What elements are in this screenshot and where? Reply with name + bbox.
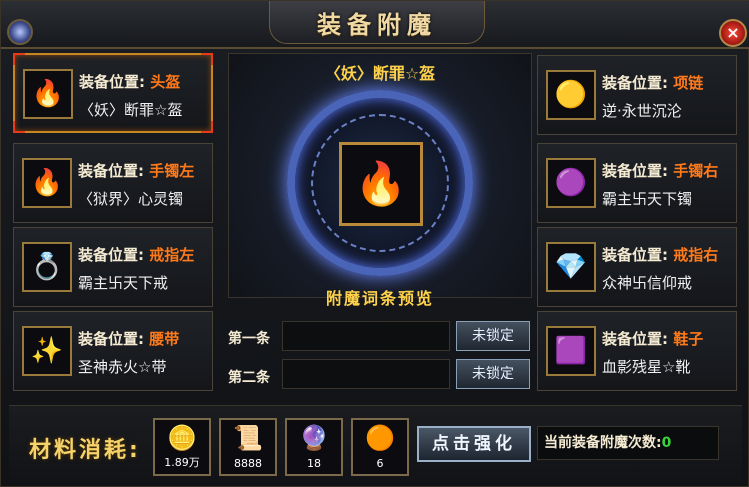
ring-icon: 💍 [22,242,72,292]
belt-icon: ✨ [22,326,72,376]
preview-title: 附魔词条预览 [325,289,434,308]
slot-belt[interactable]: ✨ 装备位置: 腰带 圣神赤火☆带 [13,311,213,391]
material-label: 材料消耗: [29,438,141,463]
boots-icon: 🟪 [546,326,596,376]
crystal-icon: 🔮 [299,424,329,452]
material-gold: 🪙 1.89万 [153,418,211,476]
enchant-center-panel: 〈妖〉断罪☆盔 🔥 [228,53,532,298]
ring-icon: 💎 [546,242,596,292]
slot-item-name: 霸主卐天下镯 [602,190,693,208]
material-crystal: 🔮 18 [285,418,343,476]
orb-icon [7,19,33,45]
scroll-icon: 📜 [233,424,263,452]
slot-bracelet-right[interactable]: 🟣 装备位置: 手镯右 霸主卐天下镯 [537,143,737,223]
enhance-button[interactable]: 点击强化 [417,426,531,462]
slot-item-name: 霸主卐天下戒 [78,274,169,292]
slot-item-name: 〈狱界〉心灵镯 [78,190,184,208]
material-bar: 材料消耗: 🪙 1.89万 📜 8888 🔮 18 🟠 6 点击强化 当前装备附… [9,405,742,481]
material-count: 18 [307,457,321,470]
helmet-icon: 🔥 [23,69,73,119]
slot-item-name: 血影残星☆靴 [602,358,691,376]
slot-position: 装备位置: 戒指左 [78,246,195,264]
lock-button-2[interactable]: 未锁定 [456,359,530,389]
slot-ring-left[interactable]: 💍 装备位置: 戒指左 霸主卐天下戒 [13,227,213,307]
selection-corner [201,53,213,65]
line-label: 第二条 [228,370,270,386]
selection-corner [13,53,25,65]
helmet-icon: 🔥 [339,142,423,226]
material-count: 6 [376,457,384,470]
material-scroll: 📜 8888 [219,418,277,476]
line-label: 第一条 [228,331,270,347]
slot-position: 装备位置: 戒指右 [602,246,719,264]
enchant-line-1 [282,321,450,351]
lock-button-1[interactable]: 未锁定 [456,321,530,351]
slot-position: 装备位置: 腰带 [78,330,180,348]
slot-bracelet-left[interactable]: 🔥 装备位置: 手镯左 〈狱界〉心灵镯 [13,143,213,223]
bracelet-icon: 🔥 [22,158,72,208]
slot-item-name: 众神卐信仰戒 [602,274,693,292]
material-coin: 🟠 6 [351,418,409,476]
title-bar: 装备附魔 × [1,1,749,49]
coin-icon: 🟠 [365,424,395,452]
selection-corner [201,121,213,133]
window-title: 装备附魔 [317,10,437,39]
enchant-line-2 [282,359,450,389]
slot-position: 装备位置: 手镯左 [78,162,195,180]
material-count: 1.89万 [164,456,200,469]
slot-helmet[interactable]: 🔥 装备位置: 头盔 〈妖〉断罪☆盔 [13,53,213,133]
slot-boots[interactable]: 🟪 装备位置: 鞋子 血影残星☆靴 [537,311,737,391]
title-plate: 装备附魔 [269,1,485,44]
necklace-icon: 🟡 [546,70,596,120]
slot-item-name: 〈妖〉断罪☆盔 [79,101,183,119]
enchant-window: 装备附魔 × 🔥 装备位置: 头盔 〈妖〉断罪☆盔 🔥 装备位置: 手镯左 〈狱… [0,0,749,487]
enchant-count: 当前装备附魔次数:0 [537,426,719,460]
slot-necklace[interactable]: 🟡 装备位置: 项链 逆·永世沉沦 [537,55,737,135]
slot-position: 装备位置: 头盔 [79,73,181,91]
slot-ring-right[interactable]: 💎 装备位置: 戒指右 众神卐信仰戒 [537,227,737,307]
slot-position: 装备位置: 项链 [602,74,704,92]
slot-position: 装备位置: 鞋子 [602,330,704,348]
material-count: 8888 [234,457,262,470]
slot-item-name: 圣神赤火☆带 [78,358,167,376]
selection-corner [13,121,25,133]
selected-item-title: 〈妖〉断罪☆盔 [324,64,436,83]
gold-ingot-icon: 🪙 [167,424,197,452]
bracelet-icon: 🟣 [546,158,596,208]
slot-position: 装备位置: 手镯右 [602,162,719,180]
slot-item-name: 逆·永世沉沦 [602,102,682,120]
close-button[interactable]: × [719,19,747,47]
